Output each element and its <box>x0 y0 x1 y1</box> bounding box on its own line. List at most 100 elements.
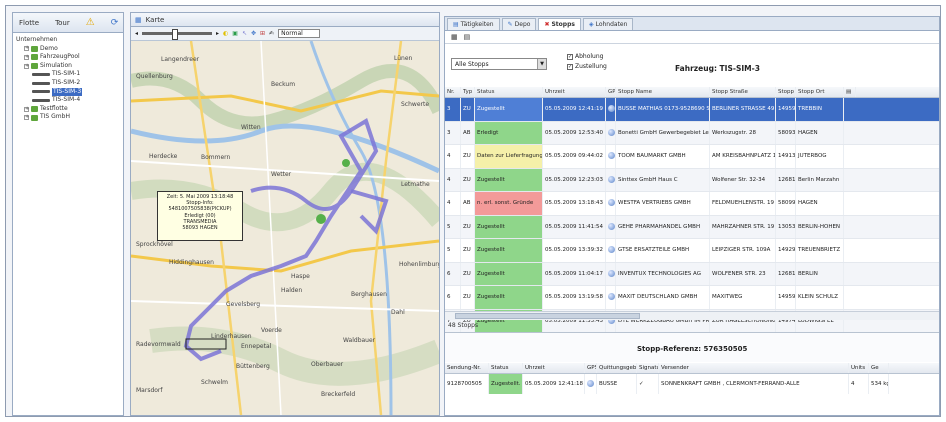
column-header[interactable]: Quittungsgeber <box>597 363 637 373</box>
column-header[interactable]: Uhrzeit <box>543 87 606 97</box>
measure-icon[interactable]: ⊞ <box>260 30 265 37</box>
place-label: Sprockhövel <box>136 241 173 248</box>
abholung-label: Abholung <box>575 53 604 60</box>
tree-node[interactable]: + FahrzeugPool <box>16 53 123 62</box>
gps-icon[interactable] <box>608 293 615 300</box>
column-header[interactable]: Status <box>475 87 543 97</box>
refresh-icon[interactable]: ⟳ <box>111 18 119 28</box>
tree-node[interactable]: TIS-SIM-1 <box>16 70 123 79</box>
tab-flotte[interactable]: Flotte <box>19 19 39 27</box>
place-label: Hohenlimburg <box>399 261 439 268</box>
tree-node-label: Simulation <box>40 61 72 69</box>
tab-lohndaten[interactable]: ◈ Lohndaten <box>582 18 634 30</box>
expand-icon[interactable]: + <box>24 46 29 52</box>
row-nr: 4 <box>445 145 461 168</box>
layer-icon[interactable]: ◐ <box>223 30 228 37</box>
grid-icon[interactable]: ▦ <box>451 33 458 41</box>
stop-filter-select[interactable]: Alle Stopps ▼ <box>451 58 547 70</box>
checkbox-icon[interactable]: ✓ <box>567 53 573 60</box>
table-row[interactable]: 4 AB n. erl. sonst. Gründe 05.05.2009 13:18… <box>445 192 939 216</box>
horizontal-scrollbar[interactable] <box>445 311 939 320</box>
gps-icon[interactable] <box>608 199 615 206</box>
gps-icon[interactable] <box>608 222 615 230</box>
table-row[interactable]: 6 ZU Zugestellt 05.05.2009 11:04:17 INVENTUX… <box>445 262 939 286</box>
stops-grid: Nr.TypStatusUhrzeitGPSStopp NameStopp St… <box>445 87 939 333</box>
column-header[interactable]: Stopp PL <box>776 87 796 97</box>
tab-depo[interactable]: ✎ Depo <box>501 18 537 30</box>
table-row[interactable]: 4 ZU Zugestellt 05.05.2009 12:23:03 Sinttex … <box>445 168 939 192</box>
table-row[interactable]: 6 ZU Zugestellt 05.05.2009 13:19:58 MAXIT DE… <box>445 286 939 310</box>
row-city: TREUENBRIETZ <box>796 239 844 262</box>
gps-icon[interactable] <box>608 269 615 277</box>
tree-node[interactable]: TIS-SIM-3 <box>16 87 123 97</box>
column-header[interactable]: Ge <box>869 363 889 373</box>
place-label: Quellenburg <box>136 73 173 80</box>
tab-tätigkeiten[interactable]: ▤ Tätigkeiten <box>447 18 500 30</box>
tree-node-label: TIS-SIM-3 <box>52 87 83 97</box>
row-typ: ZU <box>461 168 475 191</box>
tree-node[interactable]: TIS-SIM-2 <box>16 79 123 88</box>
chevron-down-icon[interactable]: ▼ <box>537 59 546 69</box>
zoom-in-icon[interactable]: ▸ <box>216 30 219 37</box>
column-header[interactable]: GPS <box>585 363 597 373</box>
zoom-slider[interactable] <box>142 29 213 40</box>
column-header[interactable]: Nr. <box>445 87 461 97</box>
column-header[interactable]: Status <box>489 363 523 373</box>
pointer-icon[interactable]: ✍ <box>269 30 274 37</box>
tree-node[interactable]: Unternehmen <box>16 36 123 45</box>
zoom-out-icon[interactable]: ◂ <box>135 30 138 37</box>
tree-node[interactable]: + Simulation <box>16 62 123 71</box>
expand-icon[interactable]: + <box>24 106 29 112</box>
scrollbar-thumb[interactable] <box>455 313 640 319</box>
gps-icon[interactable] <box>608 152 615 159</box>
gps-icon[interactable] <box>608 175 615 183</box>
warning-icon[interactable]: ⚠ <box>86 17 95 28</box>
pan-icon[interactable]: ✥ <box>251 30 256 37</box>
export-icon[interactable]: ▤ <box>464 33 471 41</box>
table-row[interactable]: 5 ZU Zugestellt 05.05.2009 13:39:32 GTSE ERS… <box>445 239 939 263</box>
row-city: BERLIN <box>796 262 844 285</box>
gps-icon[interactable] <box>608 105 615 112</box>
column-header[interactable]: Typ <box>461 87 475 97</box>
column-header[interactable]: Units <box>849 363 869 373</box>
row-nr: 3 <box>445 98 461 121</box>
column-header[interactable]: GPS <box>606 87 616 97</box>
table-row[interactable]: 3 ZU Zugestellt 05.05.2009 12:41:19 BUSSE MA… <box>445 98 939 122</box>
expand-icon[interactable]: + <box>24 63 29 69</box>
column-menu-icon[interactable]: ▤ <box>844 87 856 97</box>
tab-stopps[interactable]: ✖ Stopps <box>538 18 581 30</box>
select-icon[interactable]: ↖ <box>242 30 247 37</box>
map-type-select[interactable]: Normal <box>278 29 321 38</box>
expand-icon[interactable]: + <box>24 115 29 121</box>
tab-tour[interactable]: Tour <box>55 19 70 27</box>
zustellung-checkbox[interactable]: ✓ Zustellung <box>567 63 607 70</box>
map-icon: ▦ <box>135 15 142 24</box>
column-header[interactable]: Uhrzeit <box>523 363 585 373</box>
map-title: Karte <box>145 15 165 24</box>
column-header[interactable]: Stopp Straße <box>710 87 776 97</box>
gps-icon[interactable] <box>608 246 615 253</box>
table-row[interactable]: 4 ZU Daten zur Lieferfragung 05.05.2009 09:… <box>445 145 939 169</box>
checkbox-icon[interactable]: ✓ <box>567 63 573 70</box>
gps-icon[interactable] <box>587 380 594 387</box>
expand-icon[interactable]: + <box>24 54 29 60</box>
column-header[interactable]: Signatur <box>637 363 659 373</box>
abholung-checkbox[interactable]: ✓ Abholung <box>567 53 603 60</box>
row-time: 05.05.2009 12:41:19 <box>543 98 606 121</box>
column-header[interactable]: Sendung-Nr. <box>445 363 489 373</box>
table-row[interactable]: 9128700505 Zugestellt. 05.05.2009 12:41:18… <box>445 374 939 394</box>
column-header[interactable]: Stopp Name <box>616 87 710 97</box>
tree-node[interactable]: TIS-SIM-4 <box>16 96 123 105</box>
tree-node[interactable]: + Testflotte <box>16 105 123 114</box>
tree-node[interactable]: + Demo <box>16 45 123 54</box>
table-row[interactable]: 3 AB Erledigt 05.05.2009 12:53:40 Bonetti Gm… <box>445 121 939 145</box>
column-header[interactable]: Versender <box>659 363 849 373</box>
row-gps <box>606 215 616 238</box>
tree-node[interactable]: + TIS GmbH <box>16 113 123 122</box>
gps-icon[interactable] <box>608 128 615 136</box>
table-row[interactable]: 5 ZU Zugestellt 05.05.2009 11:41:54 GEHE PHA… <box>445 215 939 239</box>
column-header[interactable]: Stopp Ort <box>796 87 844 97</box>
place-label: Beckum <box>271 81 296 88</box>
shipment-gps[interactable] <box>585 374 597 394</box>
print-icon[interactable]: ▣ <box>232 30 238 37</box>
